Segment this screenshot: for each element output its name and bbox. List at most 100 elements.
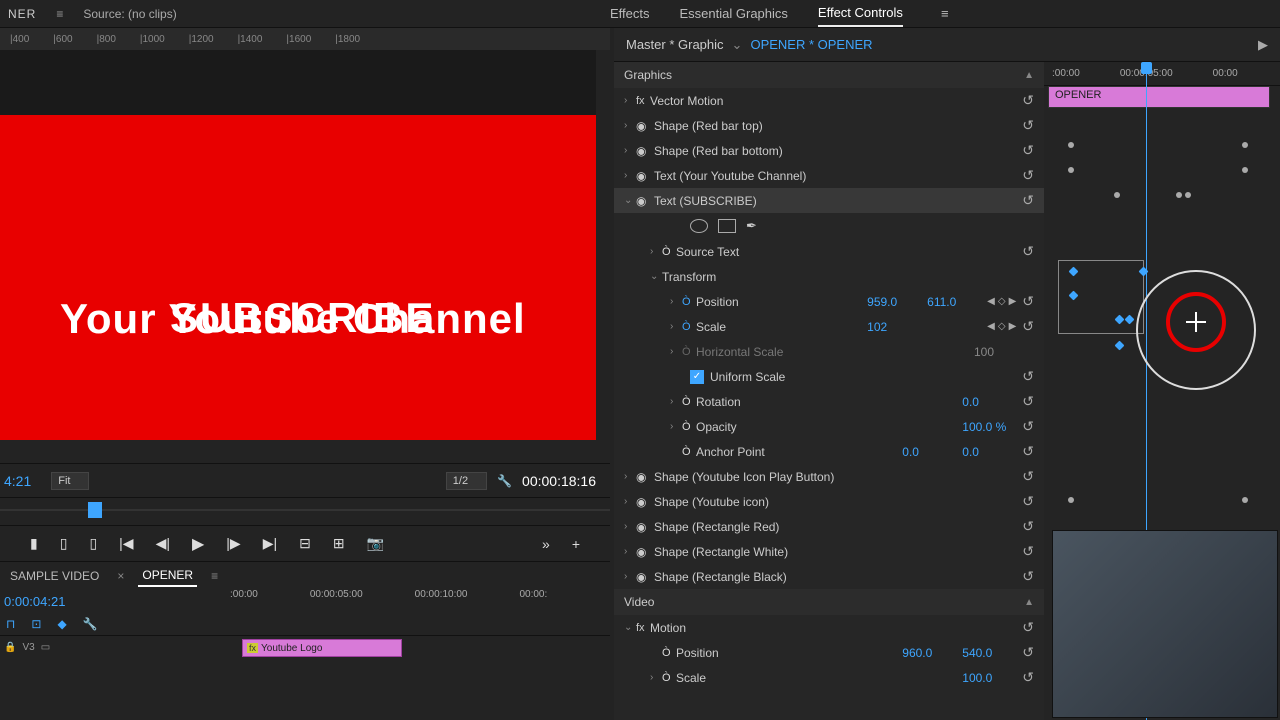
play-only-icon[interactable]: ▶ (1258, 37, 1268, 53)
prop-rotation[interactable]: ›Ò Rotation 0.0 ↺ (614, 389, 1044, 414)
prop-vector-motion[interactable]: › fx Vector Motion ↺ (614, 88, 1044, 113)
reset-icon[interactable]: ↺ (1022, 117, 1034, 134)
prop-text-subscribe[interactable]: ⌄◉ Text (SUBSCRIBE) ↺ (614, 188, 1044, 213)
section-video[interactable]: Video▲ (614, 589, 1044, 615)
timeline-clip[interactable]: fx Youtube Logo (242, 639, 402, 657)
seq-tab-opener[interactable]: OPENER (138, 565, 197, 587)
tab-effect-controls[interactable]: Effect Controls (818, 5, 903, 27)
reset-icon[interactable]: ↺ (1022, 669, 1034, 686)
motion-pos-y-value[interactable]: 540.0 (962, 646, 1022, 660)
extract-icon[interactable]: ⊞ (333, 535, 345, 552)
reset-icon[interactable]: ↺ (1022, 167, 1034, 184)
prop-opacity[interactable]: ›Ò Opacity 100.0 % ↺ (614, 414, 1044, 439)
tab-effects[interactable]: Effects (610, 6, 650, 26)
stopwatch-icon[interactable]: Ò (662, 246, 676, 258)
stopwatch-icon[interactable]: Ò (662, 672, 676, 684)
reset-icon[interactable]: ↺ (1022, 318, 1034, 335)
scrub-bar[interactable] (0, 497, 610, 525)
current-timecode[interactable]: 4:21 (4, 473, 31, 489)
prop-motion-position[interactable]: Ò Position 960.0 540.0 ↺ (614, 640, 1044, 665)
hamburger-icon[interactable]: ≡ (56, 7, 63, 21)
stopwatch-icon[interactable]: Ò (682, 421, 696, 433)
expand-arrow-icon[interactable]: ⌄ (624, 195, 636, 206)
eye-icon[interactable]: ◉ (636, 495, 654, 509)
eye-icon[interactable]: ◉ (636, 194, 654, 208)
linked-sel-icon[interactable]: ⊡ (31, 617, 41, 631)
reset-icon[interactable]: ↺ (1022, 568, 1034, 585)
prop-yt-icon[interactable]: ›◉ Shape (Youtube icon) ↺ (614, 489, 1044, 514)
zoom-fit-dropdown[interactable]: Fit (51, 472, 89, 490)
mark-out-icon[interactable]: ▯ (60, 535, 68, 552)
expand-arrow-icon[interactable]: › (624, 95, 636, 106)
go-in-icon[interactable]: |◀ (119, 535, 133, 552)
eye-icon[interactable]: ◉ (636, 570, 654, 584)
checkbox-checked-icon[interactable]: ✓ (690, 370, 704, 384)
go-out-icon[interactable]: ▶| (263, 535, 277, 552)
eye-icon[interactable]: ◉ (636, 470, 654, 484)
panel-menu-icon[interactable]: ≡ (941, 6, 949, 26)
kf-prev-icon[interactable]: ◀ (987, 296, 995, 307)
ec-clip-bar[interactable]: OPENER (1048, 86, 1270, 108)
prop-rect-red[interactable]: ›◉ Shape (Rectangle Red) ↺ (614, 514, 1044, 539)
stopwatch-icon[interactable]: Ò (662, 647, 676, 659)
export-frame-icon[interactable]: 📷 (367, 535, 384, 552)
tab-essential-graphics[interactable]: Essential Graphics (680, 6, 788, 26)
section-graphics[interactable]: Graphics▲ (614, 62, 1044, 88)
eye-icon[interactable]: ◉ (636, 520, 654, 534)
reset-icon[interactable]: ↺ (1022, 192, 1034, 209)
kf-next-icon[interactable]: ▶ (1009, 321, 1017, 332)
kf-add-icon[interactable]: ◇ (998, 321, 1006, 332)
step-fwd-icon[interactable]: |▶ (226, 535, 240, 552)
add-button-icon[interactable]: + (572, 536, 580, 552)
playhead-marker[interactable] (88, 502, 102, 518)
prop-source-text[interactable]: ›Ò Source Text ↺ (614, 239, 1044, 264)
kf-prev-icon[interactable]: ◀ (987, 321, 995, 332)
mark-in-icon[interactable]: ▮ (30, 535, 38, 552)
step-back-icon[interactable]: ◀| (156, 535, 170, 552)
scale-value[interactable]: 102 (867, 320, 927, 334)
pen-mask-icon[interactable]: ✒ (746, 218, 757, 234)
reset-icon[interactable]: ↺ (1022, 418, 1034, 435)
reset-icon[interactable]: ↺ (1022, 243, 1034, 260)
kf-next-icon[interactable]: ▶ (1009, 296, 1017, 307)
sequence-clip-label[interactable]: OPENER * OPENER (750, 37, 872, 52)
anchor-y-value[interactable]: 0.0 (962, 445, 1022, 459)
master-clip-label[interactable]: Master * Graphic (626, 37, 724, 52)
prop-red-bar-top[interactable]: ›◉ Shape (Red bar top) ↺ (614, 113, 1044, 138)
rotation-value[interactable]: 0.0 (962, 395, 1022, 409)
position-y-value[interactable]: 611.0 (927, 295, 987, 309)
anchor-x-value[interactable]: 0.0 (902, 445, 962, 459)
prop-uniform-scale[interactable]: ✓ Uniform Scale ↺ (614, 364, 1044, 389)
fx-icon[interactable]: fx (636, 622, 650, 634)
reset-icon[interactable]: ↺ (1022, 92, 1034, 109)
kf-add-icon[interactable]: ◇ (998, 296, 1006, 307)
reset-icon[interactable]: ↺ (1022, 293, 1034, 310)
more-icon[interactable]: » (542, 536, 550, 552)
reset-icon[interactable]: ↺ (1022, 443, 1034, 460)
stopwatch-icon[interactable]: Ò (682, 321, 696, 333)
chevron-down-icon[interactable]: ⌄ (732, 37, 743, 53)
reset-icon[interactable]: ↺ (1022, 368, 1034, 385)
play-icon[interactable]: ▶ (192, 534, 204, 554)
timeline-ruler[interactable]: :00:0000:00:05:0000:00:10:0000:00: (230, 589, 547, 600)
prop-motion-scale[interactable]: ›Ò Scale 100.0 ↺ (614, 665, 1044, 690)
stopwatch-icon[interactable]: Ò (682, 296, 696, 308)
reset-icon[interactable]: ↺ (1022, 142, 1034, 159)
track-label-v3[interactable]: 🔒 V3 ▭ (4, 642, 50, 653)
seq-tab-sample-video[interactable]: SAMPLE VIDEO (6, 566, 103, 586)
prop-yt-play[interactable]: ›◉ Shape (Youtube Icon Play Button) ↺ (614, 464, 1044, 489)
prop-scale[interactable]: ›Ò Scale 102 ◀◇▶ ↺ (614, 314, 1044, 339)
prop-position[interactable]: ›Ò Position 959.0 611.0 ◀◇▶ ↺ (614, 289, 1044, 314)
ellipse-mask-icon[interactable] (690, 219, 708, 233)
eye-icon[interactable]: ◉ (636, 545, 654, 559)
close-tab-icon[interactable]: × (117, 569, 124, 583)
reset-icon[interactable]: ↺ (1022, 518, 1034, 535)
rect-mask-icon[interactable] (718, 219, 736, 233)
prop-anchor-point[interactable]: Ò Anchor Point 0.0 0.0 ↺ (614, 439, 1044, 464)
timeline-timecode[interactable]: 0:00:04:21 (4, 594, 65, 609)
toggle-output-icon[interactable]: ▭ (41, 642, 50, 653)
eye-icon[interactable]: ◉ (636, 169, 654, 183)
prop-motion[interactable]: ⌄fx Motion ↺ (614, 615, 1044, 640)
snap-icon[interactable]: ⊓ (6, 617, 15, 631)
reset-icon[interactable]: ↺ (1022, 619, 1034, 636)
